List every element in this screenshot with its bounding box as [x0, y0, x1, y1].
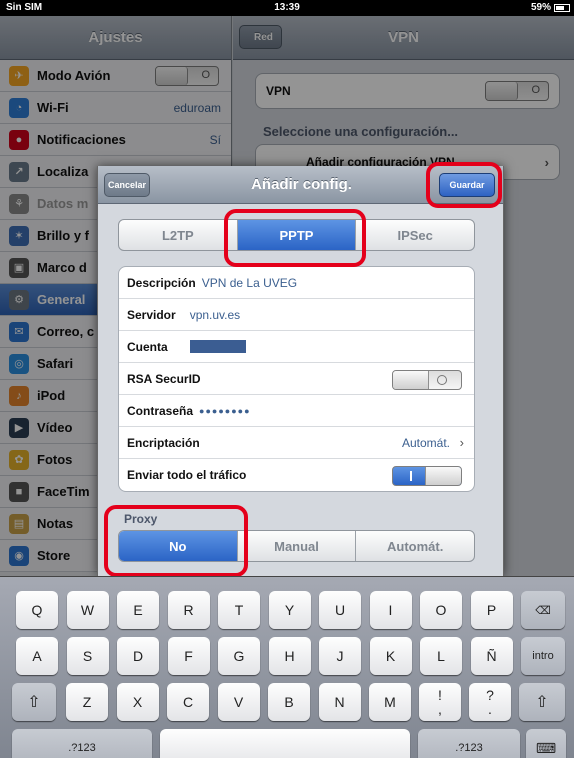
ipad-screen: Sin SIM 13:39 59% Ajustes ✈ Modo Avión O ◔ W… [0, 0, 574, 758]
key-e[interactable]: E [117, 591, 159, 629]
send-all-traffic-switch[interactable] [392, 466, 462, 486]
key-c[interactable]: C [167, 683, 209, 721]
encryption-row[interactable]: Encriptación Automát. › [119, 427, 474, 459]
highlight-save-button [426, 162, 502, 208]
key-n[interactable]: N [318, 683, 361, 721]
clock: 13:39 [274, 2, 300, 13]
key-a[interactable]: A [16, 637, 58, 675]
numbers-key-right[interactable]: .?123 [418, 729, 520, 758]
key-z[interactable]: Z [66, 683, 108, 721]
battery-icon [554, 3, 570, 12]
key-l[interactable]: L [420, 637, 462, 675]
tab-ipsec[interactable]: IPSec [356, 220, 474, 250]
send-all-traffic-label: Enviar todo el tráfico [127, 468, 247, 482]
battery-percent: 59% [530, 2, 551, 13]
key-r[interactable]: R [167, 591, 210, 629]
switch-knob [425, 467, 461, 485]
rsa-securid-label: RSA SecurID [127, 371, 201, 386]
key-question-period[interactable]: ?. [469, 683, 511, 721]
key-top-char: ! [438, 687, 442, 703]
shift-key-right[interactable]: ⇧ [519, 683, 565, 721]
send-all-traffic-row: Enviar todo el tráfico [119, 459, 474, 491]
server-row[interactable]: Servidor vpn.uv.es [119, 299, 474, 331]
key-bottom-char: . [488, 701, 492, 717]
switch-knob [393, 371, 429, 389]
shift-key-left[interactable]: ⇧ [12, 683, 56, 721]
key-t[interactable]: T [218, 591, 260, 629]
key-b[interactable]: B [268, 683, 310, 721]
key-u[interactable]: U [319, 591, 361, 629]
key-legend: ?. [486, 688, 494, 716]
key-h[interactable]: H [268, 637, 311, 675]
key-q[interactable]: Q [16, 591, 58, 629]
description-label: Descripción [127, 275, 196, 290]
key-bottom-char: , [438, 701, 442, 717]
key-y[interactable]: Y [268, 591, 311, 629]
key-d[interactable]: D [117, 637, 159, 675]
key-x[interactable]: X [116, 683, 159, 721]
highlight-pptp-tab [224, 209, 366, 267]
key-ñ[interactable]: Ñ [470, 637, 513, 675]
key-k[interactable]: K [369, 637, 412, 675]
server-label: Servidor [127, 307, 176, 322]
chevron-right-icon: › [459, 435, 464, 450]
backspace-icon: ⌫ [535, 604, 551, 617]
tab-l2tp[interactable]: L2TP [119, 220, 238, 250]
rsa-securid-row: RSA SecurID [119, 363, 474, 395]
password-label: Contraseña [127, 403, 194, 418]
rsa-securid-switch[interactable] [392, 370, 462, 390]
key-i[interactable]: I [369, 591, 412, 629]
key-top-char: ? [486, 687, 494, 703]
numbers-key-left[interactable]: .?123 [12, 729, 152, 758]
key-g[interactable]: G [218, 637, 260, 675]
return-key[interactable]: intro [521, 637, 565, 675]
proxy-option-manual[interactable]: Manual [238, 531, 357, 561]
password-row[interactable]: Contraseña ●●●●●●●● [119, 395, 474, 427]
description-field[interactable]: VPN de La UVEG [202, 276, 297, 290]
key-legend: !, [438, 688, 442, 716]
account-row[interactable]: Cuenta [119, 331, 474, 363]
key-j[interactable]: J [319, 637, 361, 675]
hide-keyboard-key[interactable]: ⌨ [526, 729, 566, 758]
encryption-value: Automát. [401, 435, 450, 450]
key-exclamation-comma[interactable]: !, [419, 683, 461, 721]
space-bar[interactable] [160, 729, 410, 758]
keyboard-icon: ⌨ [535, 739, 557, 756]
vpn-fields-group: Descripción VPN de La UVEG Servidor vpn.… [118, 266, 475, 492]
description-row[interactable]: Descripción VPN de La UVEG [119, 267, 474, 299]
on-screen-keyboard: Q W E R T Y U I O P ⌫ A S D F G H J K L Ñintro ⇧ Z X C V B N M!,?. ⇧.… [0, 576, 574, 758]
highlight-proxy-no [104, 505, 248, 577]
server-field[interactable]: vpn.uv.es [190, 308, 240, 322]
key-p[interactable]: P [470, 591, 513, 629]
switch-off-glyph [437, 375, 447, 385]
account-label: Cuenta [127, 339, 168, 354]
shift-icon: ⇧ [535, 694, 549, 711]
key-f[interactable]: F [167, 637, 210, 675]
password-field[interactable]: ●●●●●●●● [199, 406, 251, 416]
encryption-label: Encriptación [127, 435, 200, 450]
shift-icon: ⇧ [27, 694, 41, 711]
key-w[interactable]: W [66, 591, 109, 629]
proxy-option-autom-t[interactable]: Automát. [356, 531, 474, 561]
battery-indicator: 59% [531, 2, 570, 13]
delete-key[interactable]: ⌫ [521, 591, 565, 629]
key-s[interactable]: S [66, 637, 109, 675]
status-bar: Sin SIM 13:39 59% [0, 0, 574, 16]
key-o[interactable]: O [420, 591, 462, 629]
key-m[interactable]: M [369, 683, 411, 721]
switch-on-glyph [410, 471, 412, 481]
account-field-redacted[interactable] [189, 340, 246, 353]
key-v[interactable]: V [217, 683, 260, 721]
